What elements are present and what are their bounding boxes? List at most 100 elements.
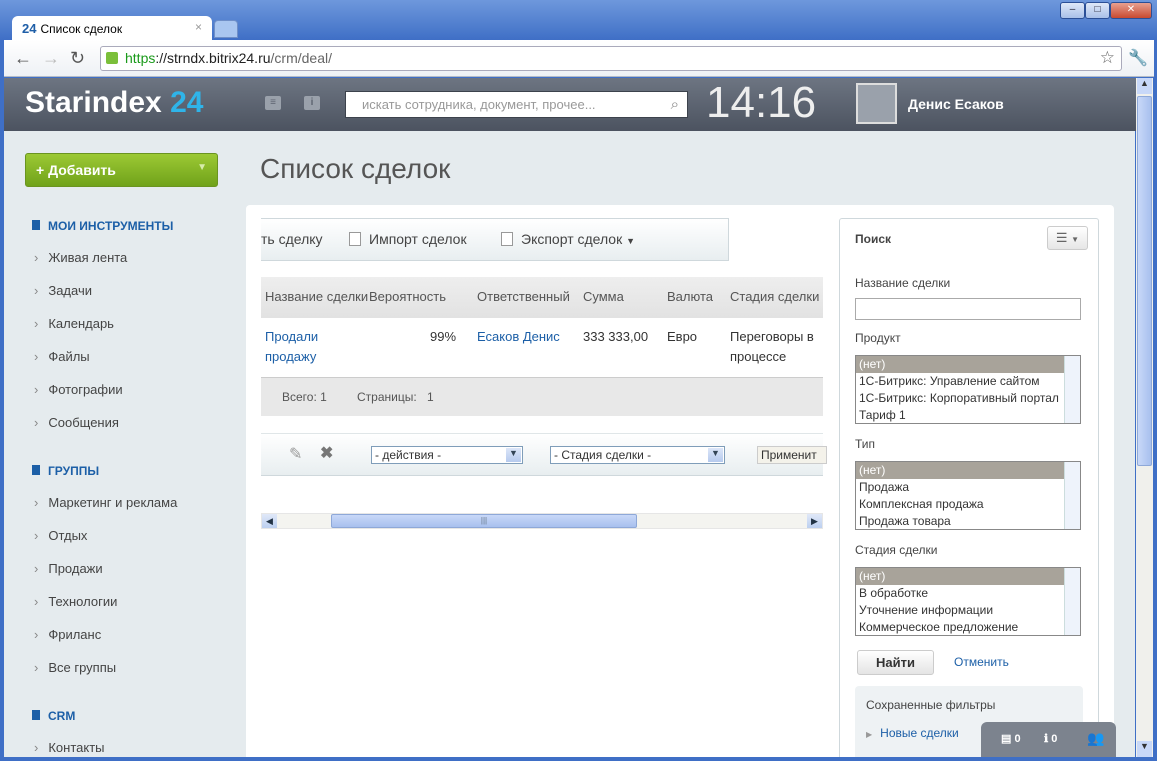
vertical-scrollbar[interactable]: ▲ ▼ [1136, 78, 1153, 757]
option[interactable]: (нет) [856, 462, 1080, 479]
listbox-scrollbar[interactable] [1064, 356, 1080, 423]
close-tab-icon[interactable]: × [195, 20, 202, 34]
column-header[interactable]: Валюта [667, 289, 713, 304]
messages-icon[interactable]: ≡ [265, 96, 281, 110]
horizontal-scrollbar[interactable]: ◀ ||| ▶ [261, 513, 823, 529]
browser-tab[interactable]: 24 Список сделок × [12, 16, 212, 40]
type-listbox[interactable]: (нет) Продажа Комплексная продажа Продаж… [855, 461, 1081, 530]
option[interactable]: Коммерческое предложение [856, 619, 1080, 635]
deal-name-input[interactable] [855, 298, 1081, 320]
option[interactable]: В обработке [856, 585, 1080, 602]
logo[interactable]: Starindex 24 [25, 86, 203, 120]
option[interactable]: Уточнение информации [856, 602, 1080, 619]
total-count: Всего: 1 [282, 390, 327, 404]
maximize-button[interactable]: □ [1085, 2, 1110, 19]
stage-listbox[interactable]: (нет) В обработке Уточнение информации К… [855, 567, 1081, 636]
favicon: 24 [22, 21, 37, 36]
page-content: + Добавить▼ МОИ ИНСТРУМЕНТЫ Живая лента … [4, 131, 1135, 757]
product-listbox[interactable]: (нет) 1С-Битрикс: Управление сайтом 1С-Б… [855, 355, 1081, 424]
deal-name-link[interactable]: Продали продажу [265, 327, 335, 367]
address-bar[interactable]: https://strndx.bitrix24.ru/crm/deal/ ☆ [100, 46, 1122, 71]
page-title: Список сделок [260, 153, 451, 184]
search-icon[interactable]: ⌕ [671, 96, 679, 113]
sidebar-item-group[interactable]: Технологии [34, 594, 117, 609]
notifications-counter[interactable]: ℹ 0 [1044, 732, 1057, 745]
sidebar-item-files[interactable]: Файлы [34, 349, 89, 364]
sidebar-item-messages[interactable]: Сообщения [34, 415, 119, 430]
option[interactable]: Комплексная продажа [856, 496, 1080, 513]
deal-currency: Евро [667, 329, 698, 344]
grid-footer: Всего: 1 Страницы: 1 [261, 378, 823, 416]
minimize-button[interactable]: – [1060, 2, 1085, 19]
scroll-thumb[interactable]: ||| [331, 514, 637, 528]
option[interactable]: Продажа товара [856, 513, 1080, 529]
messages-counter[interactable]: ▤ 0 [1001, 732, 1021, 745]
contacts-icon[interactable]: 👥 [1087, 730, 1104, 747]
cancel-link[interactable]: Отменить [954, 655, 1009, 669]
sidebar-item-group[interactable]: Маркетинг и реклама [34, 495, 177, 510]
import-deals-button[interactable]: Импорт сделок [349, 231, 467, 247]
forward-icon[interactable]: → [42, 48, 60, 69]
user-name[interactable]: Денис Есаков [908, 96, 1004, 112]
column-header[interactable]: Название сделки [265, 289, 368, 304]
option[interactable]: 1С-Битрикс: Корпоративный портал [856, 390, 1080, 407]
scroll-down-icon[interactable]: ▼ [1137, 741, 1152, 757]
section-crm: CRM [32, 709, 75, 723]
clock: 14:16 [706, 78, 817, 127]
option[interactable]: Продажа [856, 479, 1080, 496]
scroll-thumb[interactable] [1137, 96, 1152, 466]
sidebar-item-all-groups[interactable]: Все группы [34, 660, 116, 675]
table-row: Продали продажу 99% Есаков Денис 333 333… [261, 318, 823, 378]
stage-label: Стадия сделки [855, 543, 938, 557]
option[interactable]: (нет) [856, 356, 1080, 373]
listbox-scrollbar[interactable] [1064, 462, 1080, 529]
option[interactable]: 1С-Битрикс: Управление сайтом [856, 373, 1080, 390]
reload-icon[interactable]: ↻ [70, 48, 85, 69]
find-button[interactable]: Найти [857, 650, 934, 675]
url-host: ://strndx.bitrix24.ru [155, 50, 271, 66]
column-header[interactable]: Сумма [583, 289, 624, 304]
scroll-left-icon[interactable]: ◀ [262, 514, 277, 528]
actions-select[interactable]: - действия - ▼ [371, 446, 523, 464]
star-icon[interactable]: ☆ [1100, 48, 1115, 68]
section-my-tools: МОИ ИНСТРУМЕНТЫ [32, 219, 173, 233]
stage-select[interactable]: - Стадия сделки - ▼ [550, 446, 725, 464]
type-label: Тип [855, 437, 876, 451]
add-button[interactable]: + Добавить ▼ [25, 153, 218, 187]
search-input[interactable]: искать сотрудника, документ, прочее... ⌕ [345, 91, 688, 118]
column-header[interactable]: Стадия сделки [730, 289, 819, 304]
sidebar-item-feed[interactable]: Живая лента [34, 250, 127, 265]
scroll-right-icon[interactable]: ▶ [807, 514, 822, 528]
column-header[interactable]: Ответственный [477, 289, 570, 304]
add-deal-button[interactable]: ть сделку [261, 231, 323, 247]
crm-toolbar: ть сделку Импорт сделок Экспорт сделок ▼ [261, 218, 729, 261]
delete-icon[interactable]: ✖ [320, 443, 333, 463]
export-deals-button[interactable]: Экспорт сделок ▼ [501, 231, 635, 247]
sidebar-item-contacts[interactable]: Контакты [34, 740, 104, 755]
notifications-icon[interactable]: i [304, 96, 320, 110]
deal-responsible-link[interactable]: Есаков Денис [477, 327, 560, 347]
sidebar-item-group[interactable]: Отдых [34, 528, 87, 543]
avatar[interactable] [856, 83, 897, 124]
scroll-up-icon[interactable]: ▲ [1137, 78, 1152, 94]
saved-filters-title: Сохраненные фильтры [866, 698, 996, 712]
column-header[interactable]: Вероятность [369, 289, 446, 304]
wrench-icon[interactable]: 🔧 [1128, 48, 1148, 68]
chevron-down-icon: ▼ [708, 448, 723, 462]
sidebar-item-calendar[interactable]: Календарь [34, 316, 114, 331]
sidebar-item-group[interactable]: Продажи [34, 561, 102, 576]
pencil-icon[interactable]: ✎ [289, 444, 302, 464]
back-icon[interactable]: ← [14, 48, 32, 69]
page-link[interactable]: 1 [427, 390, 434, 404]
new-tab-button[interactable] [214, 20, 238, 38]
browser-toolbar: ← → ↻ https://strndx.bitrix24.ru/crm/dea… [4, 40, 1154, 77]
listbox-scrollbar[interactable] [1064, 568, 1080, 635]
filter-menu-button[interactable]: ☰ ▼ [1047, 226, 1088, 250]
apply-button[interactable]: Применит [757, 446, 827, 464]
close-window-button[interactable]: ✕ [1110, 2, 1152, 19]
option[interactable]: Тариф 1 [856, 407, 1080, 423]
sidebar-item-group[interactable]: Фриланс [34, 627, 101, 642]
sidebar-item-photos[interactable]: Фотографии [34, 382, 122, 397]
option[interactable]: (нет) [856, 568, 1080, 585]
sidebar-item-tasks[interactable]: Задачи [34, 283, 92, 298]
